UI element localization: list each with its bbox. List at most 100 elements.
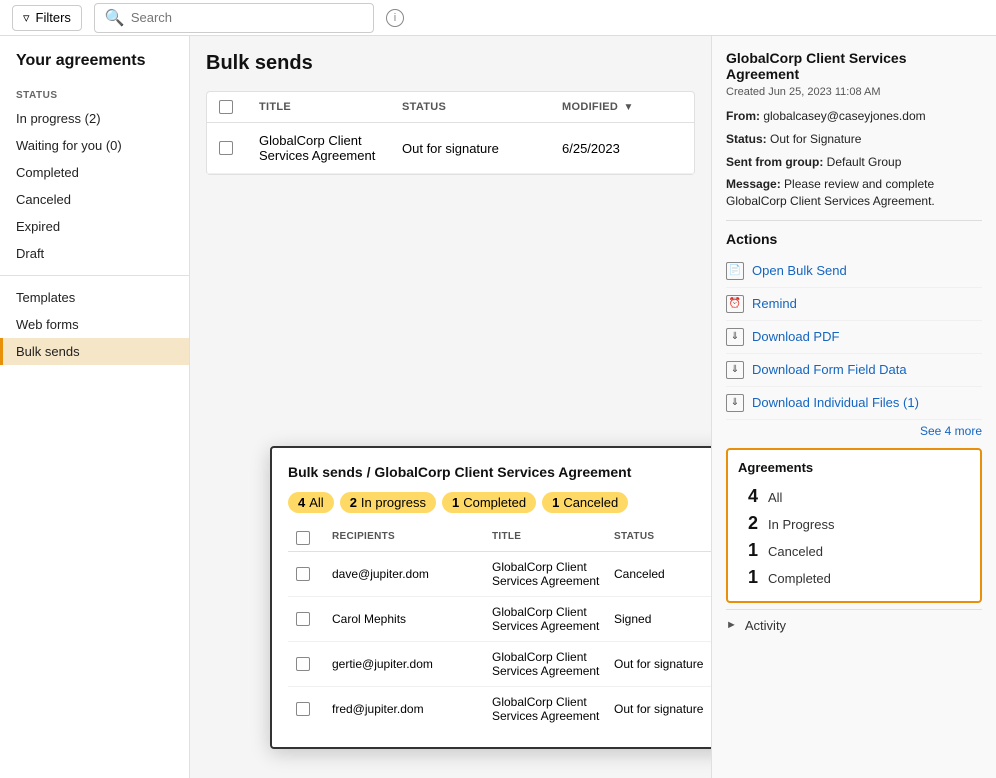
chevron-right-icon: ► [726, 619, 737, 631]
popup-row-0-status: Canceled [614, 567, 711, 581]
rp-divider-1 [726, 220, 982, 221]
bulk-send-detail-popup: Bulk sends / GlobalCorp Client Services … [270, 446, 711, 749]
activity-row[interactable]: ► Activity [726, 609, 982, 641]
rp-sent-from: Sent from group: Default Group [726, 154, 982, 171]
select-all-checkbox[interactable] [219, 100, 233, 114]
rp-action-download-form[interactable]: ⇓ Download Form Field Data [726, 354, 982, 387]
status-section-label: STATUS [0, 82, 189, 105]
rp-action-label-form: Download Form Field Data [752, 362, 907, 377]
sidebar-title: Your agreements [0, 52, 189, 82]
popup-row-2-recipient: gertie@jupiter.dom [332, 657, 492, 671]
popup-row-2[interactable]: gertie@jupiter.dom GlobalCorp Client Ser… [288, 642, 711, 687]
agreements-count-in-progress: 2 [738, 513, 758, 534]
popup-row-0-checkbox[interactable] [296, 567, 310, 581]
filters-button[interactable]: ▿ Filters [12, 5, 82, 31]
sidebar-item-web-forms[interactable]: Web forms [0, 311, 189, 338]
popup-row-1-checkbox[interactable] [296, 612, 310, 626]
table-row[interactable]: GlobalCorp Client Services Agreement Out… [207, 123, 694, 174]
popup-row-1-title: GlobalCorp Client Services Agreement [492, 605, 614, 633]
topbar: ▿ Filters 🔍 i [0, 0, 996, 36]
sidebar: Your agreements STATUS In progress (2) W… [0, 36, 190, 778]
rp-action-download-individual[interactable]: ⇓ Download Individual Files (1) [726, 387, 982, 420]
agreements-count-completed: 1 [738, 567, 758, 588]
sidebar-item-waiting[interactable]: Waiting for you (0) [0, 132, 189, 159]
rp-agreement-title: GlobalCorp Client Services Agreement [726, 50, 982, 82]
rp-action-label-remind: Remind [752, 296, 797, 311]
remind-icon: ⏰ [726, 295, 744, 313]
info-icon[interactable]: i [386, 9, 404, 27]
search-icon: 🔍 [105, 8, 125, 28]
popup-row-2-title: GlobalCorp Client Services Agreement [492, 650, 614, 678]
filters-label: Filters [36, 10, 71, 25]
download-form-icon: ⇓ [726, 361, 744, 379]
rp-status-label: Status: [726, 132, 767, 146]
filter-tab-completed[interactable]: 1 Completed [442, 492, 536, 513]
popup-breadcrumb: Bulk sends / GlobalCorp Client Services … [288, 464, 711, 480]
rp-actions-title: Actions [726, 231, 982, 247]
rp-from: From: globalcasey@caseyjones.dom [726, 108, 982, 125]
agreements-count-canceled: 1 [738, 540, 758, 561]
agreements-label-completed: Completed [768, 571, 831, 586]
bulk-sends-table: TITLE STATUS MODIFIED ▼ GlobalCorp Clien… [206, 91, 695, 175]
download-pdf-icon: ⇓ [726, 328, 744, 346]
sidebar-item-templates[interactable]: Templates [0, 284, 189, 311]
page-title: Bulk sends [206, 52, 695, 75]
popup-row-3-checkbox[interactable] [296, 702, 310, 716]
popup-row-1-recipient: Carol Mephits [332, 612, 492, 626]
agreements-row-all: 4 All [738, 483, 970, 510]
sidebar-divider [0, 275, 189, 276]
rp-message-label: Message: [726, 177, 781, 191]
row-checkbox[interactable] [219, 141, 233, 155]
download-individual-icon: ⇓ [726, 394, 744, 412]
main-layout: Your agreements STATUS In progress (2) W… [0, 36, 996, 778]
popup-row-1-status: Signed [614, 612, 711, 626]
rp-action-label-individual: Download Individual Files (1) [752, 395, 919, 410]
agreements-box-title: Agreements [738, 460, 970, 475]
rp-action-label-pdf: Download PDF [752, 329, 839, 344]
rp-action-remind[interactable]: ⏰ Remind [726, 288, 982, 321]
agreements-label-all: All [768, 490, 782, 505]
popup-row-2-status: Out for signature [614, 657, 711, 671]
rp-action-download-pdf[interactable]: ⇓ Download PDF [726, 321, 982, 354]
search-input[interactable] [131, 10, 363, 25]
popup-row-3[interactable]: fred@jupiter.dom GlobalCorp Client Servi… [288, 687, 711, 731]
agreements-row-canceled: 1 Canceled [738, 537, 970, 564]
rp-sent-from-label: Sent from group: [726, 155, 823, 169]
row-modified: 6/25/2023 [562, 141, 682, 156]
popup-row-0[interactable]: dave@jupiter.dom GlobalCorp Client Servi… [288, 552, 711, 597]
popup-col-recipients: RECIPIENTS [332, 531, 492, 545]
rp-message: Message: Please review and complete Glob… [726, 176, 982, 210]
rp-sent-from-value: Default Group [827, 155, 902, 169]
popup-row-3-recipient: fred@jupiter.dom [332, 702, 492, 716]
sidebar-item-bulk-sends[interactable]: Bulk sends [0, 338, 189, 365]
popup-row-0-recipient: dave@jupiter.dom [332, 567, 492, 581]
agreements-row-completed: 1 Completed [738, 564, 970, 591]
header-modified[interactable]: MODIFIED ▼ [562, 101, 682, 113]
filter-tab-in-progress[interactable]: 2 In progress [340, 492, 436, 513]
rp-from-value: globalcasey@caseyjones.dom [763, 109, 925, 123]
sidebar-item-in-progress[interactable]: In progress (2) [0, 105, 189, 132]
header-checkbox-col [219, 100, 259, 114]
popup-select-all[interactable] [296, 531, 310, 545]
popup-col-status: STATUS [614, 531, 711, 545]
filter-tab-canceled[interactable]: 1 Canceled [542, 492, 628, 513]
rp-from-label: From: [726, 109, 760, 123]
popup-row-3-status: Out for signature [614, 702, 711, 716]
header-status: STATUS [402, 101, 562, 113]
popup-row-2-checkbox[interactable] [296, 657, 310, 671]
rp-status-value: Out for Signature [770, 132, 861, 146]
sidebar-item-completed[interactable]: Completed [0, 159, 189, 186]
search-bar[interactable]: 🔍 [94, 3, 374, 33]
see-more-link[interactable]: See 4 more [726, 420, 982, 438]
popup-row-3-title: GlobalCorp Client Services Agreement [492, 695, 614, 723]
sidebar-item-draft[interactable]: Draft [0, 240, 189, 267]
header-title: TITLE [259, 101, 402, 113]
row-title: GlobalCorp Client Services Agreement [259, 133, 402, 163]
popup-row-0-title: GlobalCorp Client Services Agreement [492, 560, 614, 588]
sidebar-item-canceled[interactable]: Canceled [0, 186, 189, 213]
agreements-label-in-progress: In Progress [768, 517, 834, 532]
sidebar-item-expired[interactable]: Expired [0, 213, 189, 240]
popup-row-1[interactable]: Carol Mephits GlobalCorp Client Services… [288, 597, 711, 642]
filter-tab-all[interactable]: 4 All [288, 492, 334, 513]
rp-action-open-bulk-send[interactable]: 📄 Open Bulk Send [726, 255, 982, 288]
